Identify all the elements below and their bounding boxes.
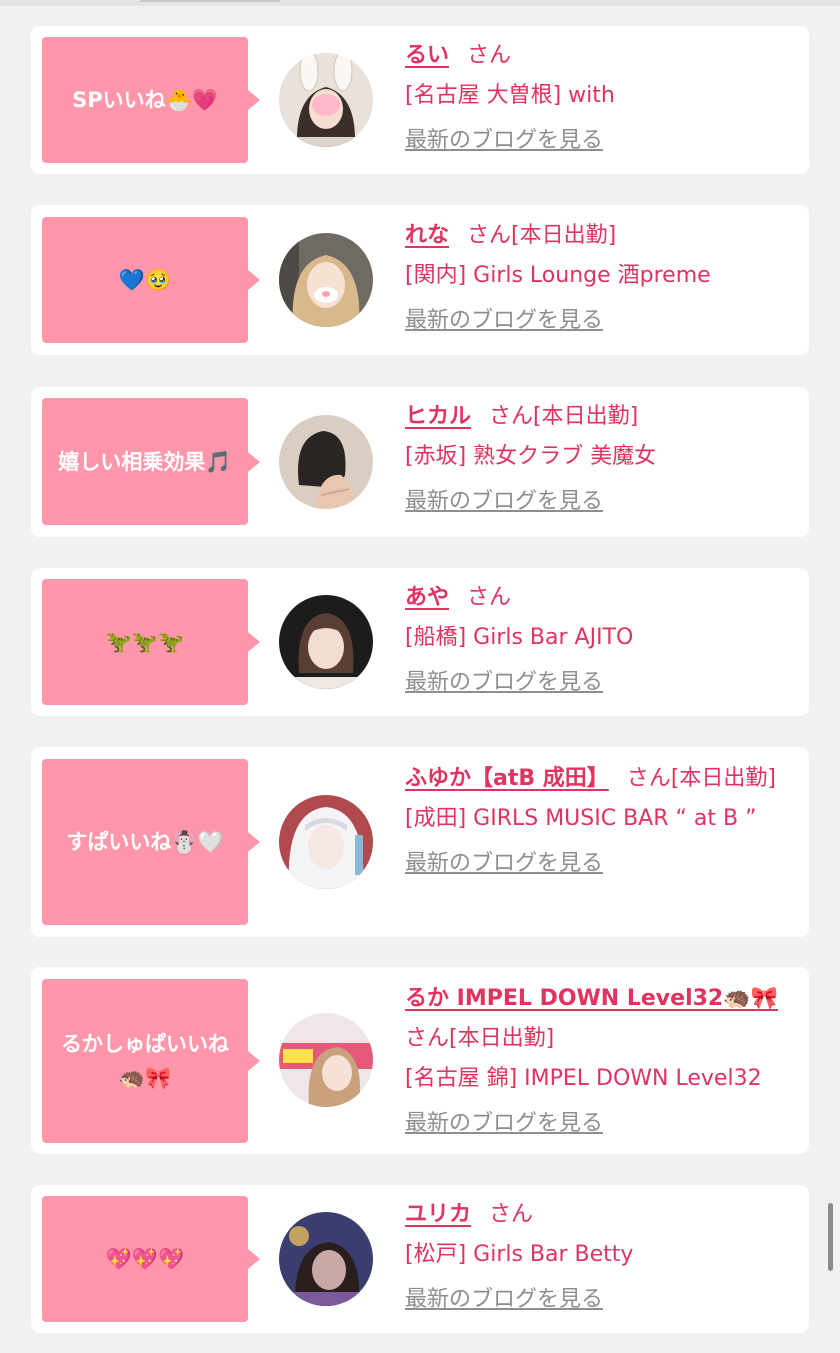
profile-info: あや さん [船橋] Girls Bar AJITO 最新のブログを見る — [405, 578, 801, 700]
honorific: さん — [489, 404, 534, 429]
profile-name-link[interactable]: るい — [405, 43, 449, 68]
profile-info: るか IMPEL DOWN Level32🦔🎀 さん[本日出勤] [名古屋 錦] … — [405, 979, 801, 1141]
name-line: るい さん — [405, 36, 801, 76]
avatar[interactable] — [279, 53, 373, 147]
like-card: 💙🥹 れな さん[本日出勤] [関内] Girls Lounge 酒preme 最… — [31, 205, 809, 355]
comment-bubble: 💖💖💖 — [42, 1196, 260, 1322]
comment-bubble: 🦖🦖🦖 — [42, 579, 260, 705]
shop-name: [赤坂] 熟女クラブ 美魔女 — [405, 444, 657, 469]
latest-blog-link[interactable]: 最新のブログを見る — [405, 1107, 801, 1141]
profile-info: ふゆか【atB 成田】 さん[本日出勤] [成田] GIRLS MUSIC BAR… — [405, 759, 801, 881]
status-text: [本日出勤] — [670, 766, 776, 791]
avatar[interactable] — [279, 233, 373, 327]
scrollbar[interactable] — [828, 1203, 833, 1271]
comment-text: すぱいいね☃️🤍 — [66, 830, 224, 854]
name-line: ふゆか【atB 成田】 さん[本日出勤] — [405, 759, 801, 799]
profile-photo-icon — [279, 415, 373, 509]
comment-text: 🦖🦖🦖 — [105, 630, 185, 654]
like-card: 💖💖💖 ユリカ さん [松戸] Girls Bar Betty 最新のブログを見る — [31, 1185, 809, 1333]
avatar[interactable] — [279, 795, 373, 889]
status-text: [本日出勤] — [449, 1026, 555, 1051]
profile-photo-icon — [279, 795, 373, 889]
name-line: るか IMPEL DOWN Level32🦔🎀 さん[本日出勤] — [405, 979, 801, 1059]
avatar[interactable] — [279, 1212, 373, 1306]
honorific: さん — [489, 1202, 534, 1227]
comment-text: 💖💖💖 — [105, 1247, 185, 1271]
shop-name: [船橋] Girls Bar AJITO — [405, 625, 634, 650]
profile-name-link[interactable]: るか IMPEL DOWN Level32🦔🎀 — [405, 986, 778, 1011]
honorific: さん — [467, 585, 512, 610]
profile-photo-icon — [279, 1013, 373, 1107]
like-card: 🦖🦖🦖 あや さん [船橋] Girls Bar AJITO 最新のブログを見る — [31, 568, 809, 716]
status-text: [本日出勤] — [533, 404, 639, 429]
latest-blog-link[interactable]: 最新のブログを見る — [405, 666, 801, 700]
top-divider — [0, 0, 840, 6]
profile-photo-icon — [279, 1212, 373, 1306]
profile-info: れな さん[本日出勤] [関内] Girls Lounge 酒preme 最新のブ… — [405, 216, 801, 338]
shop-name: [名古屋 大曽根] with — [405, 83, 615, 108]
profile-name-link[interactable]: れな — [405, 223, 449, 248]
profile-info: ユリカ さん [松戸] Girls Bar Betty 最新のブログを見る — [405, 1195, 801, 1317]
latest-blog-link[interactable]: 最新のブログを見る — [405, 304, 801, 338]
comment-bubble: 💙🥹 — [42, 217, 260, 343]
status-text: [本日出勤] — [511, 223, 617, 248]
profile-photo-icon — [279, 53, 373, 147]
name-line: あや さん — [405, 578, 801, 618]
profile-name-link[interactable]: ユリカ — [405, 1202, 471, 1227]
honorific: さん — [467, 43, 512, 68]
like-card: SPいいね🐣💗 るい さん [名古屋 大曽根] with 最新のブログを見る — [31, 26, 809, 174]
profile-info: ヒカル さん[本日出勤] [赤坂] 熟女クラブ 美魔女 最新のブログを見る — [405, 397, 801, 519]
avatar[interactable] — [279, 595, 373, 689]
honorific: さん — [467, 223, 512, 248]
comment-bubble: 嬉しい相乗効果🎵 — [42, 398, 260, 525]
honorific: さん — [626, 766, 671, 791]
avatar[interactable] — [279, 415, 373, 509]
active-tab-indicator — [140, 0, 280, 2]
name-line: れな さん[本日出勤] — [405, 216, 801, 256]
name-line: ユリカ さん — [405, 1195, 801, 1235]
like-card: すぱいいね☃️🤍 ふゆか【atB 成田】 さん[本日出勤] [成田] GIRLS … — [31, 747, 809, 937]
comment-text: 💙🥹 — [118, 268, 172, 292]
profile-name-link[interactable]: ふゆか【atB 成田】 — [405, 766, 609, 791]
latest-blog-link[interactable]: 最新のブログを見る — [405, 847, 801, 881]
comment-bubble: すぱいいね☃️🤍 — [42, 759, 260, 925]
shop-name: [松戸] Girls Bar Betty — [405, 1242, 634, 1267]
avatar[interactable] — [279, 1013, 373, 1107]
shop-name: [名古屋 錦] IMPEL DOWN Level32 — [405, 1066, 762, 1091]
shop-name: [成田] GIRLS MUSIC BAR “ at B ” — [405, 806, 757, 831]
like-card: るかしゅぱいいね🦔🎀 るか IMPEL DOWN Level32🦔🎀 さん[本日出… — [31, 967, 809, 1154]
comment-text: 嬉しい相乗効果🎵 — [58, 449, 232, 474]
honorific: さん — [405, 1026, 450, 1051]
profile-name-link[interactable]: ヒカル — [405, 404, 471, 429]
comment-bubble: SPいいね🐣💗 — [42, 37, 260, 163]
comment-text: るかしゅぱいいね🦔🎀 — [61, 1032, 229, 1090]
like-list-page: SPいいね🐣💗 るいさん [名古屋 大曽根] with 最新のブログを見る 💙� — [0, 0, 840, 1353]
comment-text: SPいいね🐣💗 — [72, 88, 218, 112]
profile-info: るい さん [名古屋 大曽根] with 最新のブログを見る — [405, 36, 801, 158]
latest-blog-link[interactable]: 最新のブログを見る — [405, 1283, 801, 1317]
shop-name: [関内] Girls Lounge 酒preme — [405, 263, 711, 288]
profile-photo-icon — [279, 595, 373, 689]
name-line: ヒカル さん[本日出勤] — [405, 397, 801, 437]
profile-photo-icon — [279, 233, 373, 327]
latest-blog-link[interactable]: 最新のブログを見る — [405, 124, 801, 158]
comment-bubble: るかしゅぱいいね🦔🎀 — [42, 979, 260, 1143]
latest-blog-link[interactable]: 最新のブログを見る — [405, 485, 801, 519]
like-card: 嬉しい相乗効果🎵 ヒカル さん[本日出勤] [赤坂] 熟女クラブ 美魔女 最新のブ… — [31, 387, 809, 537]
profile-name-link[interactable]: あや — [405, 585, 449, 610]
